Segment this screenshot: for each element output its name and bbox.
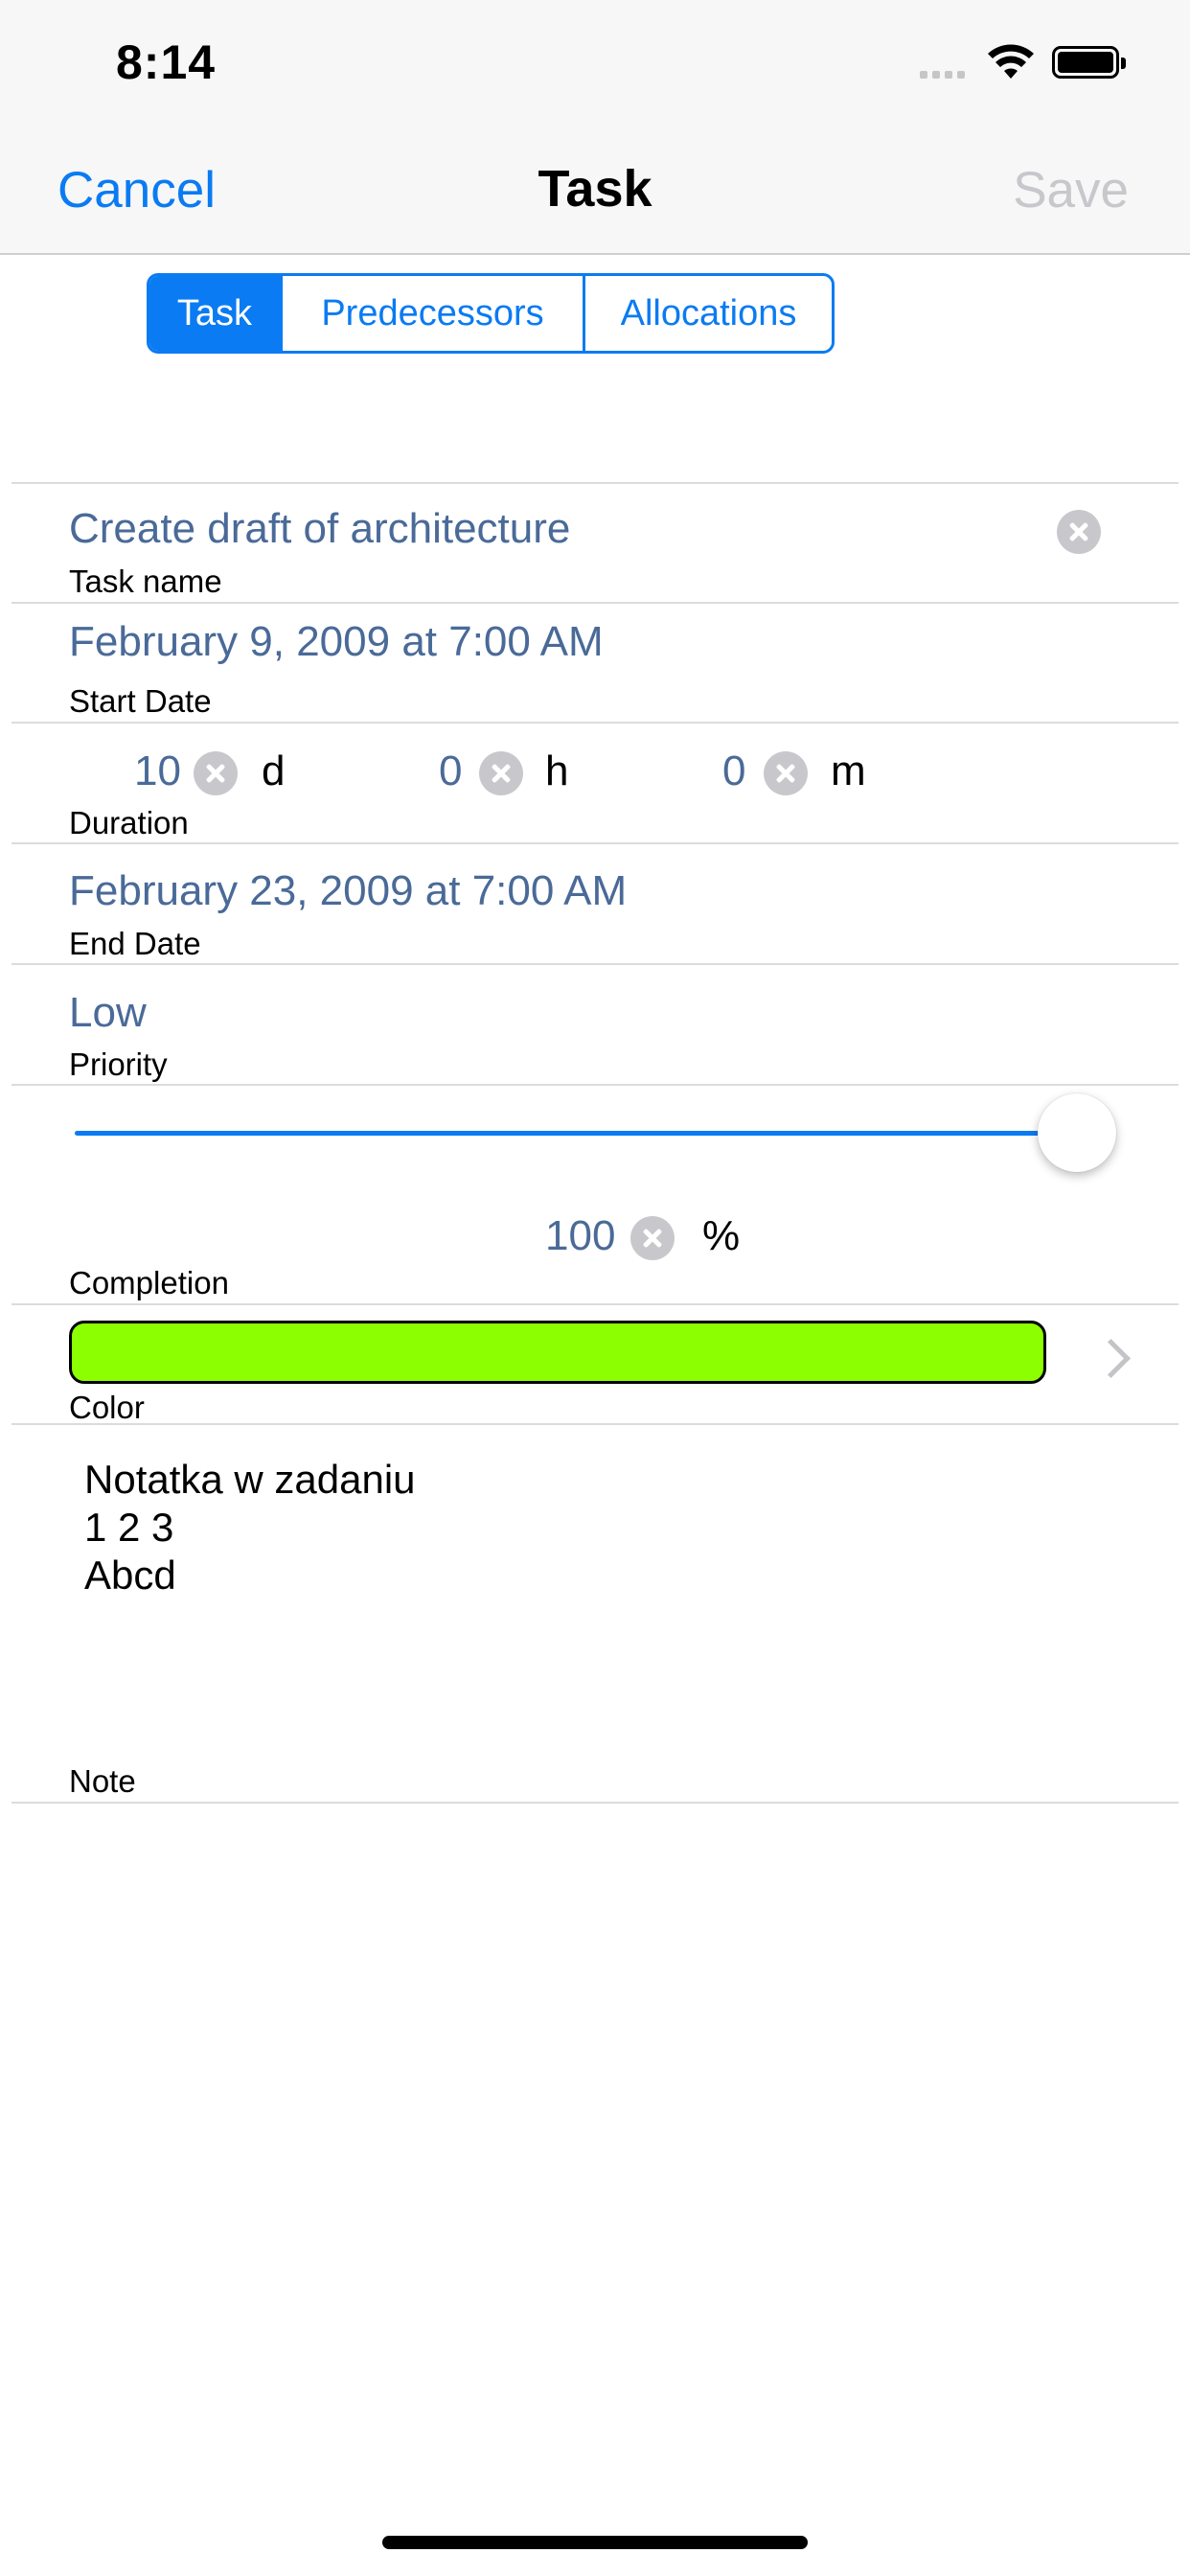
priority-label: Priority [69, 1046, 168, 1082]
duration-minutes-input[interactable]: 0 [722, 748, 745, 795]
duration-days-input[interactable]: 10 [134, 748, 181, 795]
tab-allocations[interactable]: Allocations [583, 276, 832, 351]
completion-slider-thumb[interactable] [1038, 1093, 1116, 1172]
start-date-label: Start Date [69, 683, 212, 719]
completion-input[interactable]: 100 [545, 1212, 615, 1260]
end-date-field[interactable]: February 23, 2009 at 7:00 AM [69, 867, 627, 915]
clear-hours-icon[interactable] [479, 751, 523, 795]
percent-unit: % [702, 1212, 741, 1259]
divider [11, 722, 1179, 724]
page-title: Task [538, 160, 652, 218]
divider [11, 1423, 1179, 1425]
note-label: Note [69, 1763, 136, 1799]
home-indicator [382, 2536, 808, 2549]
divider [11, 1802, 1179, 1804]
segmented-control: Task Predecessors Allocations [147, 273, 835, 354]
tab-predecessors[interactable]: Predecessors [280, 276, 583, 351]
hours-unit: h [545, 748, 569, 794]
completion-slider-track[interactable] [75, 1131, 1077, 1136]
divider [11, 482, 1179, 484]
save-button[interactable]: Save [1013, 161, 1129, 219]
color-label: Color [69, 1390, 145, 1425]
clear-minutes-icon[interactable] [764, 751, 808, 795]
start-date-field[interactable]: February 9, 2009 at 7:00 AM [69, 618, 604, 666]
clear-task-name-icon[interactable] [1057, 510, 1101, 554]
days-unit: d [262, 748, 286, 794]
nav-divider [0, 253, 1190, 255]
minutes-unit: m [831, 748, 866, 794]
completion-label: Completion [69, 1265, 229, 1300]
divider [11, 602, 1179, 604]
color-swatch[interactable] [69, 1321, 1046, 1384]
signal-icon [920, 71, 973, 80]
note-line[interactable]: Abcd [84, 1552, 176, 1598]
divider [11, 1084, 1179, 1086]
priority-field[interactable]: Low [69, 989, 147, 1037]
task-name-input[interactable]: Create draft of architecture [69, 505, 570, 553]
divider [11, 963, 1179, 965]
duration-label: Duration [69, 805, 189, 840]
clear-days-icon[interactable] [194, 751, 238, 795]
tab-task[interactable]: Task [149, 276, 280, 351]
chevron-right-icon[interactable] [1090, 1338, 1132, 1379]
duration-hours-input[interactable]: 0 [439, 748, 462, 795]
wifi-icon [988, 44, 1034, 79]
note-line[interactable]: 1 2 3 [84, 1505, 173, 1551]
battery-icon [1052, 46, 1126, 79]
divider [11, 842, 1179, 844]
task-name-label: Task name [69, 564, 222, 599]
end-date-label: End Date [69, 926, 201, 961]
note-line[interactable]: Notatka w zadaniu [84, 1457, 416, 1503]
clear-completion-icon[interactable] [630, 1216, 675, 1260]
divider [11, 1303, 1179, 1305]
status-time: 8:14 [116, 35, 217, 89]
